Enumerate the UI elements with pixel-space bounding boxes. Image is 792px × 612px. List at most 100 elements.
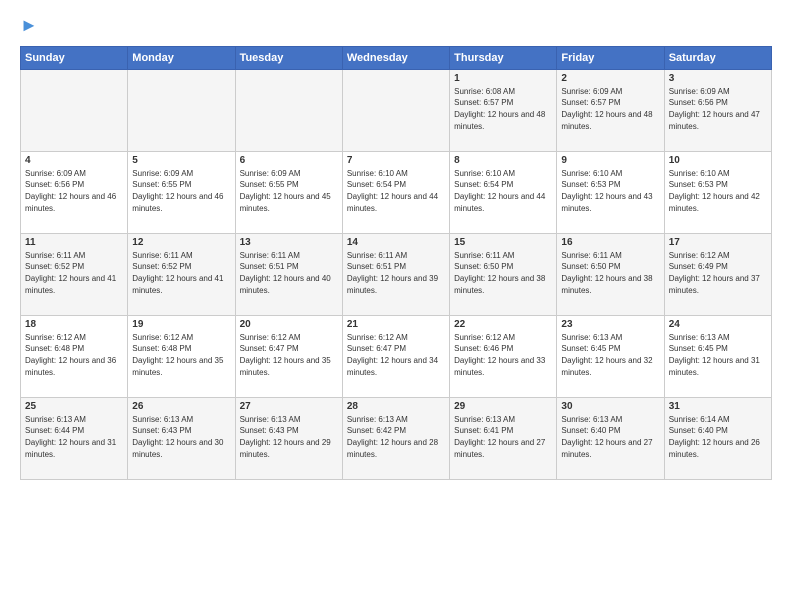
logo: ► (20, 16, 38, 36)
page: ► SundayMondayTuesdayWednesdayThursdayFr… (0, 0, 792, 612)
day-number: 19 (132, 319, 230, 330)
day-info: Sunrise: 6:12 AM Sunset: 6:47 PM Dayligh… (347, 332, 445, 378)
day-number: 16 (561, 237, 659, 248)
calendar-cell: 10 Sunrise: 6:10 AM Sunset: 6:53 PM Dayli… (664, 151, 771, 233)
calendar-table: SundayMondayTuesdayWednesdayThursdayFrid… (20, 46, 772, 480)
day-info: Sunrise: 6:11 AM Sunset: 6:50 PM Dayligh… (454, 250, 552, 296)
day-info: Sunrise: 6:10 AM Sunset: 6:54 PM Dayligh… (347, 168, 445, 214)
day-number: 7 (347, 155, 445, 166)
day-number: 22 (454, 319, 552, 330)
day-number: 26 (132, 401, 230, 412)
day-number: 17 (669, 237, 767, 248)
day-info: Sunrise: 6:12 AM Sunset: 6:46 PM Dayligh… (454, 332, 552, 378)
calendar-cell: 1 Sunrise: 6:08 AM Sunset: 6:57 PM Daylig… (450, 69, 557, 151)
logo-text: ► (20, 16, 38, 36)
calendar-cell: 19 Sunrise: 6:12 AM Sunset: 6:48 PM Dayli… (128, 315, 235, 397)
day-info: Sunrise: 6:09 AM Sunset: 6:56 PM Dayligh… (669, 86, 767, 132)
day-number: 6 (240, 155, 338, 166)
calendar-cell: 21 Sunrise: 6:12 AM Sunset: 6:47 PM Dayli… (342, 315, 449, 397)
calendar-cell: 29Sunrise: 6:13 AM Sunset: 6:41 PM Dayli… (450, 397, 557, 479)
day-number: 23 (561, 319, 659, 330)
day-info: Sunrise: 6:09 AM Sunset: 6:57 PM Dayligh… (561, 86, 659, 132)
day-number: 30 (561, 401, 659, 412)
day-info: Sunrise: 6:09 AM Sunset: 6:55 PM Dayligh… (240, 168, 338, 214)
calendar-cell: 13 Sunrise: 6:11 AM Sunset: 6:51 PM Dayli… (235, 233, 342, 315)
weekday-header-thursday: Thursday (450, 46, 557, 69)
day-number: 1 (454, 73, 552, 84)
weekday-header-monday: Monday (128, 46, 235, 69)
calendar-cell: 17Sunrise: 6:12 AM Sunset: 6:49 PM Dayli… (664, 233, 771, 315)
calendar-cell: 6 Sunrise: 6:09 AM Sunset: 6:55 PM Daylig… (235, 151, 342, 233)
calendar-cell: 2Sunrise: 6:09 AM Sunset: 6:57 PM Daylig… (557, 69, 664, 151)
day-number: 4 (25, 155, 123, 166)
calendar-header: SundayMondayTuesdayWednesdayThursdayFrid… (21, 46, 772, 69)
calendar-cell: 24Sunrise: 6:13 AM Sunset: 6:45 PM Dayli… (664, 315, 771, 397)
calendar-cell: 30 Sunrise: 6:13 AM Sunset: 6:40 PM Dayli… (557, 397, 664, 479)
calendar-cell: 16 Sunrise: 6:11 AM Sunset: 6:50 PM Dayli… (557, 233, 664, 315)
weekday-header-tuesday: Tuesday (235, 46, 342, 69)
day-info: Sunrise: 6:11 AM Sunset: 6:52 PM Dayligh… (25, 250, 123, 296)
day-number: 8 (454, 155, 552, 166)
day-info: Sunrise: 6:11 AM Sunset: 6:51 PM Dayligh… (240, 250, 338, 296)
calendar-cell (342, 69, 449, 151)
day-info: Sunrise: 6:12 AM Sunset: 6:47 PM Dayligh… (240, 332, 338, 378)
calendar-cell: 12 Sunrise: 6:11 AM Sunset: 6:52 PM Dayli… (128, 233, 235, 315)
calendar-cell: 3 Sunrise: 6:09 AM Sunset: 6:56 PM Daylig… (664, 69, 771, 151)
day-number: 3 (669, 73, 767, 84)
day-number: 11 (25, 237, 123, 248)
day-number: 31 (669, 401, 767, 412)
day-info: Sunrise: 6:09 AM Sunset: 6:56 PM Dayligh… (25, 168, 123, 214)
day-info: Sunrise: 6:13 AM Sunset: 6:43 PM Dayligh… (240, 414, 338, 460)
day-number: 20 (240, 319, 338, 330)
week-row-3: 11 Sunrise: 6:11 AM Sunset: 6:52 PM Dayli… (21, 233, 772, 315)
calendar-cell: 23 Sunrise: 6:13 AM Sunset: 6:45 PM Dayli… (557, 315, 664, 397)
calendar-cell (128, 69, 235, 151)
logo-icon-triangle: ► (20, 15, 38, 35)
calendar-cell (235, 69, 342, 151)
weekday-header-wednesday: Wednesday (342, 46, 449, 69)
calendar-cell: 31Sunrise: 6:14 AM Sunset: 6:40 PM Dayli… (664, 397, 771, 479)
day-info: Sunrise: 6:11 AM Sunset: 6:50 PM Dayligh… (561, 250, 659, 296)
day-number: 5 (132, 155, 230, 166)
calendar-cell: 15Sunrise: 6:11 AM Sunset: 6:50 PM Dayli… (450, 233, 557, 315)
calendar-cell: 11 Sunrise: 6:11 AM Sunset: 6:52 PM Dayli… (21, 233, 128, 315)
day-number: 21 (347, 319, 445, 330)
calendar-cell: 28Sunrise: 6:13 AM Sunset: 6:42 PM Dayli… (342, 397, 449, 479)
day-info: Sunrise: 6:11 AM Sunset: 6:52 PM Dayligh… (132, 250, 230, 296)
day-info: Sunrise: 6:11 AM Sunset: 6:51 PM Dayligh… (347, 250, 445, 296)
week-row-2: 4 Sunrise: 6:09 AM Sunset: 6:56 PM Daylig… (21, 151, 772, 233)
day-number: 14 (347, 237, 445, 248)
calendar-cell: 4 Sunrise: 6:09 AM Sunset: 6:56 PM Daylig… (21, 151, 128, 233)
day-info: Sunrise: 6:10 AM Sunset: 6:53 PM Dayligh… (669, 168, 767, 214)
day-number: 12 (132, 237, 230, 248)
day-number: 27 (240, 401, 338, 412)
header-row: SundayMondayTuesdayWednesdayThursdayFrid… (21, 46, 772, 69)
calendar-cell: 8 Sunrise: 6:10 AM Sunset: 6:54 PM Daylig… (450, 151, 557, 233)
calendar-body: 1 Sunrise: 6:08 AM Sunset: 6:57 PM Daylig… (21, 69, 772, 479)
day-info: Sunrise: 6:12 AM Sunset: 6:48 PM Dayligh… (132, 332, 230, 378)
calendar-cell: 25Sunrise: 6:13 AM Sunset: 6:44 PM Dayli… (21, 397, 128, 479)
week-row-4: 18 Sunrise: 6:12 AM Sunset: 6:48 PM Dayli… (21, 315, 772, 397)
day-number: 28 (347, 401, 445, 412)
weekday-header-friday: Friday (557, 46, 664, 69)
day-info: Sunrise: 6:08 AM Sunset: 6:57 PM Dayligh… (454, 86, 552, 132)
calendar-cell: 26Sunrise: 6:13 AM Sunset: 6:43 PM Dayli… (128, 397, 235, 479)
week-row-1: 1 Sunrise: 6:08 AM Sunset: 6:57 PM Daylig… (21, 69, 772, 151)
day-info: Sunrise: 6:10 AM Sunset: 6:54 PM Dayligh… (454, 168, 552, 214)
calendar-cell: 14 Sunrise: 6:11 AM Sunset: 6:51 PM Dayli… (342, 233, 449, 315)
day-number: 9 (561, 155, 659, 166)
day-info: Sunrise: 6:12 AM Sunset: 6:48 PM Dayligh… (25, 332, 123, 378)
day-number: 13 (240, 237, 338, 248)
day-number: 18 (25, 319, 123, 330)
calendar-cell: 22 Sunrise: 6:12 AM Sunset: 6:46 PM Dayli… (450, 315, 557, 397)
day-number: 10 (669, 155, 767, 166)
day-info: Sunrise: 6:13 AM Sunset: 6:45 PM Dayligh… (561, 332, 659, 378)
day-info: Sunrise: 6:13 AM Sunset: 6:44 PM Dayligh… (25, 414, 123, 460)
week-row-5: 25Sunrise: 6:13 AM Sunset: 6:44 PM Dayli… (21, 397, 772, 479)
day-info: Sunrise: 6:10 AM Sunset: 6:53 PM Dayligh… (561, 168, 659, 214)
day-info: Sunrise: 6:13 AM Sunset: 6:40 PM Dayligh… (561, 414, 659, 460)
weekday-header-sunday: Sunday (21, 46, 128, 69)
header: ► (20, 16, 772, 36)
day-number: 29 (454, 401, 552, 412)
calendar-cell: 20 Sunrise: 6:12 AM Sunset: 6:47 PM Dayli… (235, 315, 342, 397)
